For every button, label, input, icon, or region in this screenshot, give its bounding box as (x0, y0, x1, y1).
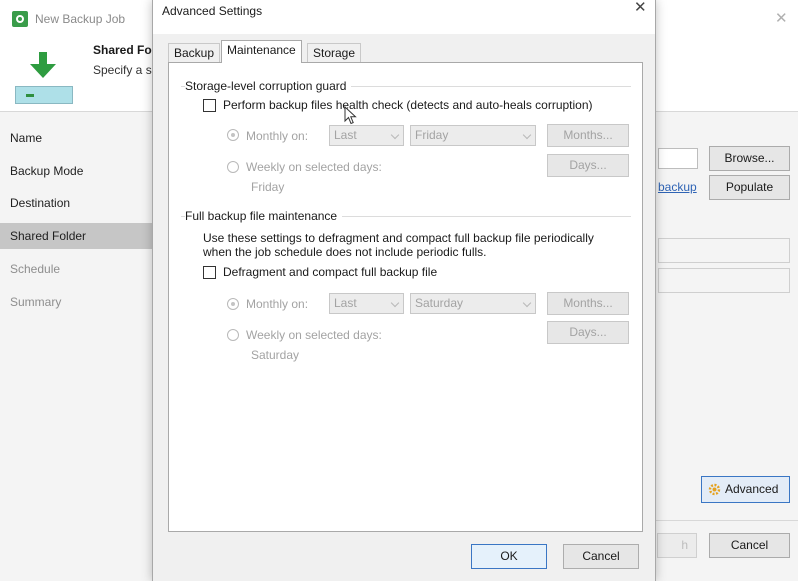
defrag-monthly-day-select[interactable]: Saturday (410, 293, 536, 314)
chevron-down-icon (390, 130, 400, 140)
dialog-titlebar: Advanced Settings ✕ (153, 0, 655, 34)
veeam-app-icon (12, 11, 28, 27)
defragment-checkbox[interactable] (203, 266, 216, 279)
months-button[interactable]: Months... (547, 124, 629, 147)
backup-link[interactable]: backup (658, 180, 697, 194)
weekly-radio[interactable] (227, 161, 239, 173)
tab-maintenance[interactable]: Maintenance (221, 40, 302, 63)
full-maintenance-description-2: when the job schedule does not include p… (203, 245, 487, 259)
wizard-title: New Backup Job (35, 12, 126, 26)
advanced-button[interactable]: Advanced (701, 476, 790, 503)
step-description: Specify a s (93, 63, 152, 77)
tab-backup[interactable]: Backup (168, 43, 221, 63)
cancel-button[interactable]: Cancel (563, 544, 639, 569)
browse-button[interactable]: Browse... (709, 146, 790, 171)
wizard-progress-icon (15, 86, 73, 104)
background-field (658, 238, 790, 263)
wizard-cancel-button[interactable]: Cancel (709, 533, 790, 558)
wizard-steps-nav: Name Backup Mode Destination Shared Fold… (0, 113, 152, 581)
health-check-label: Perform backup files health check (detec… (223, 98, 593, 112)
weekly-label: Weekly on selected days: (246, 160, 382, 174)
gear-icon (708, 483, 721, 496)
nav-item-backup-mode[interactable]: Backup Mode (0, 158, 152, 184)
nav-item-shared-folder[interactable]: Shared Folder (0, 223, 152, 249)
chevron-down-icon (522, 298, 532, 308)
defragment-label: Defragment and compact full backup file (223, 265, 438, 279)
monthly-week-value: Last (334, 128, 357, 142)
defrag-monthly-week-value: Last (334, 296, 357, 310)
step-title: Shared Fo (93, 43, 152, 57)
defrag-months-button[interactable]: Months... (547, 292, 629, 315)
defrag-weekly-label: Weekly on selected days: (246, 328, 382, 342)
populate-button[interactable]: Populate (709, 175, 790, 200)
defrag-monthly-day-value: Saturday (415, 296, 464, 310)
full-maintenance-description-1: Use these settings to defragment and com… (203, 231, 594, 245)
monthly-day-select[interactable]: Friday (410, 125, 536, 146)
chevron-down-icon (390, 298, 400, 308)
defrag-monthly-radio[interactable] (227, 298, 239, 310)
defrag-weekly-days-value: Saturday (251, 348, 300, 362)
wizard-close-icon[interactable]: ✕ (775, 11, 788, 26)
monthly-week-select[interactable]: Last (329, 125, 404, 146)
advanced-settings-dialog: Advanced Settings ✕ Backup Maintenance S… (152, 0, 656, 581)
download-arrow-icon (30, 52, 56, 78)
shared-folder-input[interactable] (658, 148, 698, 169)
nav-item-summary[interactable]: Summary (0, 289, 152, 315)
storage-guard-title: Storage-level corruption guard (185, 79, 352, 93)
background-field (658, 268, 790, 293)
nav-item-destination[interactable]: Destination (0, 190, 152, 216)
monthly-radio[interactable] (227, 129, 239, 141)
defrag-days-button[interactable]: Days... (547, 321, 629, 344)
finish-button[interactable]: h (657, 533, 697, 558)
full-maintenance-title: Full backup file maintenance (185, 209, 343, 223)
nav-item-schedule[interactable]: Schedule (0, 256, 152, 282)
advanced-button-label: Advanced (725, 482, 779, 496)
mouse-cursor-icon (344, 106, 357, 125)
nav-item-name[interactable]: Name (0, 125, 152, 151)
defrag-monthly-week-select[interactable]: Last (329, 293, 404, 314)
maintenance-panel: Storage-level corruption guard Perform b… (168, 62, 643, 532)
defrag-monthly-label: Monthly on: (246, 297, 309, 311)
tab-storage[interactable]: Storage (307, 43, 362, 63)
monthly-day-value: Friday (415, 128, 449, 142)
days-button[interactable]: Days... (547, 154, 629, 177)
monthly-label: Monthly on: (246, 129, 309, 143)
defrag-weekly-radio[interactable] (227, 329, 239, 341)
dialog-title: Advanced Settings (162, 4, 263, 18)
weekly-days-value: Friday (251, 180, 285, 194)
chevron-down-icon (522, 130, 532, 140)
ok-button[interactable]: OK (471, 544, 547, 569)
health-check-checkbox[interactable] (203, 99, 216, 112)
close-icon[interactable]: ✕ (634, 0, 647, 15)
